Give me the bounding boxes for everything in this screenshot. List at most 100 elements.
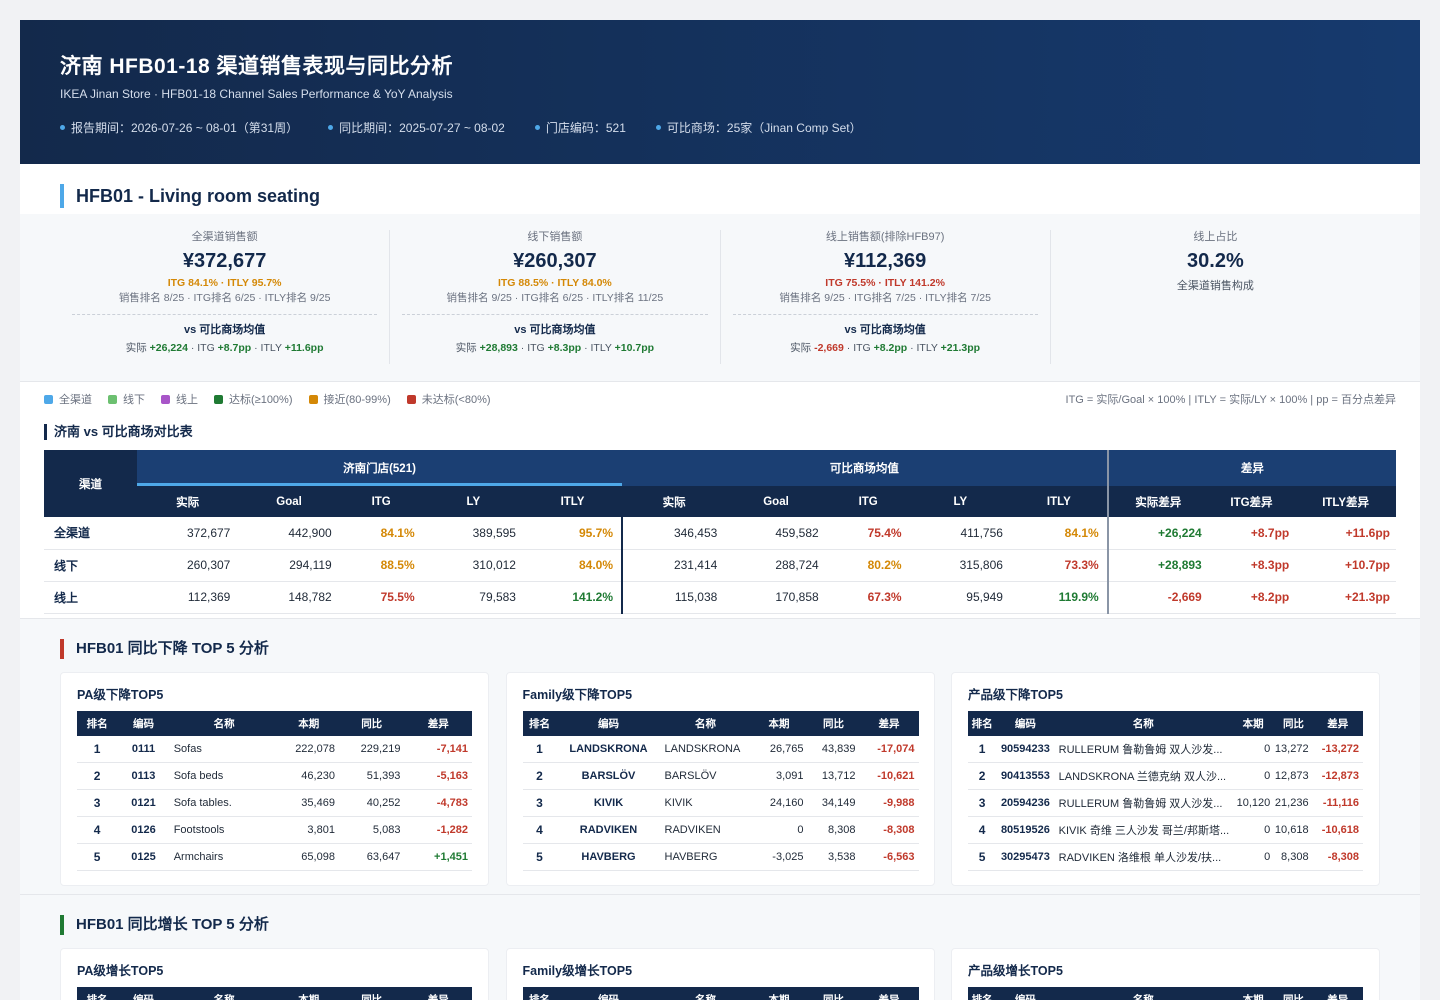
- table-cell: 288,724: [725, 549, 827, 582]
- diff-cell: -7,141: [404, 735, 472, 763]
- column-header: 同比: [1274, 710, 1313, 736]
- column-header: 排名: [77, 987, 118, 1000]
- diff-cell: -13,272: [1312, 735, 1363, 763]
- table-cell: 79,583: [422, 581, 524, 614]
- column-header: 差异: [1312, 710, 1363, 736]
- current-cell: 3,801: [278, 816, 339, 844]
- top5-card: 产品级下降TOP5 排名 编码 名称 本期 同比 差异 1 90594233 RULLERUM 鲁…: [951, 671, 1380, 886]
- page-subtitle: IKEA Jinan Store · HFB01-18 Channel Sale…: [60, 87, 453, 101]
- kpi-card: 线下销售额 ¥260,307 ITG 88.5% · ITLY 84.0% 销售排名 …: [390, 230, 721, 364]
- code-cell: LANDSKRONA: [556, 735, 661, 763]
- diff-cell: +1,451: [404, 843, 472, 871]
- bullet-icon: [60, 125, 65, 130]
- table-cell: 95,949: [909, 581, 1011, 614]
- code-cell: 0126: [117, 816, 170, 844]
- formula-note: ITG = 实际/Goal × 100% | ITLY = 实际/LY × 10…: [1065, 394, 1396, 406]
- diff-cell: -9,988: [859, 789, 919, 817]
- kpi-vs-label: 实际: [455, 342, 480, 354]
- diff-cell: -8,308: [1312, 843, 1363, 871]
- top5-table: 排名 编码 名称 本期 同比 差异 1 LANDSKRONA LANDSKRONA 26,765 4…: [522, 710, 919, 871]
- report-meta: 报告期间：2026-07-26 ~ 08-01（第31周） 同比期间：2025-…: [60, 119, 1380, 136]
- table-cell: 141.2%: [523, 581, 623, 614]
- current-cell: 222,078: [278, 735, 339, 763]
- kpi-itg: ITG 75.5% · ITLY 141.2%: [825, 277, 945, 289]
- column-header: 实际: [621, 486, 726, 517]
- code-cell: 90413553: [996, 762, 1055, 790]
- legend-item: 线上: [161, 391, 198, 407]
- top5-card-title: Family级下降TOP5: [522, 687, 633, 702]
- diff-cell: -10,618: [1312, 816, 1363, 844]
- column-header: 实际: [137, 486, 239, 517]
- rank-cell: 5: [968, 843, 997, 871]
- table-row: 4 RADVIKEN RADVIKEN 0 8,308 -8,308: [522, 816, 919, 844]
- code-cell: 80519526: [996, 816, 1055, 844]
- kpi-label: 线上销售额(排除HFB97): [825, 231, 945, 243]
- group-store-header: 济南门店(521): [137, 450, 623, 486]
- rank-cell: 2: [77, 762, 118, 790]
- kpi-itg: ITG 88.5% · ITLY 84.0%: [497, 277, 612, 289]
- table-row: 线下 260,307 294,119 88.5% 310,012 84.0% 231,414…: [44, 549, 1396, 582]
- kpi-vs-values: 实际 -2,669 · ITG +8.2pp · ITLY +21.3pp: [733, 341, 1038, 355]
- name-cell: RULLERUM 鲁勒鲁姆 双人沙发...: [1054, 735, 1232, 763]
- legend-item: 线下: [108, 391, 145, 407]
- table-cell: +8.2pp: [1207, 581, 1296, 614]
- legend-item: 接近(80-99%): [308, 391, 391, 407]
- table-row: 5 HAVBERG HAVBERG -3,025 3,538 -6,563: [522, 843, 919, 871]
- table-row: 1 0111 Sofas 222,078 229,219 -7,141: [77, 735, 472, 763]
- hfb-section-title: HFB01 - Living room seating: [60, 184, 1420, 208]
- column-header: 编码: [556, 987, 661, 1000]
- current-cell: 10,120: [1231, 789, 1275, 817]
- table-cell: +21.3pp: [1295, 581, 1396, 614]
- column-header: Goal: [725, 486, 827, 517]
- table-row: 2 90413553 LANDSKRONA 兰德克纳 双人沙... 0 12,873 -1…: [968, 762, 1363, 790]
- table-cell: 84.1%: [1010, 517, 1108, 550]
- table-row: 3 0121 Sofa tables. 35,469 40,252 -4,783: [77, 789, 472, 817]
- kpi-vs-values: 实际 +26,224 · ITG +8.7pp · ITLY +11.6pp: [72, 341, 377, 355]
- table-cell: 75.5%: [339, 581, 423, 614]
- column-header: 排名: [77, 710, 118, 736]
- table-cell: 115,038: [621, 581, 726, 614]
- table-cell: +11.6pp: [1295, 517, 1396, 550]
- table-row: 2 BARSLÖV BARSLÖV 3,091 13,712 -10,621: [522, 762, 919, 790]
- column-header: 名称: [169, 987, 279, 1000]
- name-cell: Sofa tables.: [169, 789, 279, 817]
- kpi-vs-delta: +10.7pp: [614, 342, 655, 354]
- legend-swatch: [161, 394, 170, 404]
- kpi-value: ¥372,677: [182, 250, 267, 272]
- meta-store-code: 门店编码：521: [534, 119, 626, 136]
- diff-cell: -8,308: [859, 816, 919, 844]
- code-cell: KIVIK: [556, 789, 661, 817]
- ly-cell: 63,647: [338, 843, 405, 871]
- channel-header: 渠道: [44, 450, 137, 517]
- kpi-vs-delta: +28,893: [479, 342, 518, 354]
- name-cell: Sofa beds: [169, 762, 279, 790]
- diff-cell: -1,282: [404, 816, 472, 844]
- column-header: 差异: [859, 710, 919, 736]
- name-cell: KIVIK: [660, 789, 751, 817]
- rank-cell: 3: [77, 789, 118, 817]
- table-cell: 73.3%: [1010, 549, 1108, 582]
- column-header: 编码: [996, 987, 1055, 1000]
- column-header: 编码: [556, 710, 661, 736]
- top5-table: 排名 编码 名称 本期 同比 差异 1 90594233 RULLERUM 鲁勒鲁姆 双人沙发.…: [968, 710, 1363, 871]
- column-header: 本期: [278, 710, 339, 736]
- ly-cell: 13,712: [807, 762, 860, 790]
- table-cell: +8.3pp: [1207, 549, 1296, 582]
- kpi-value: ¥112,369: [843, 250, 927, 272]
- table-row: 5 0125 Armchairs 65,098 63,647 +1,451: [77, 843, 472, 871]
- table-cell: 442,900: [238, 517, 340, 550]
- ly-cell: 8,308: [807, 816, 860, 844]
- column-header: 差异: [1312, 987, 1363, 1000]
- column-header: 本期: [750, 987, 808, 1000]
- meta-comp-set: 可比商场：25家（Jinan Comp Set）: [655, 119, 862, 136]
- meta-report-period: 报告期间：2026-07-26 ~ 08-01（第31周）: [60, 119, 298, 136]
- kpi-vs-label: · ITLY: [581, 342, 615, 354]
- name-cell: RULLERUM 鲁勒鲁姆 双人沙发...: [1054, 789, 1232, 817]
- ly-cell: 8,308: [1274, 843, 1313, 871]
- top5-card: PA级下降TOP5 排名 编码 名称 本期 同比 差异 1 0111 Sofas 222,078 22…: [60, 671, 489, 886]
- ly-cell: 3,538: [807, 843, 860, 871]
- code-cell: 0111: [117, 735, 170, 763]
- table-cell: +8.7pp: [1207, 517, 1296, 550]
- kpi-card: 线上销售额(排除HFB97) ¥112,369 ITG 75.5% · ITLY 1…: [721, 230, 1051, 364]
- diff-cell: -5,163: [404, 762, 472, 790]
